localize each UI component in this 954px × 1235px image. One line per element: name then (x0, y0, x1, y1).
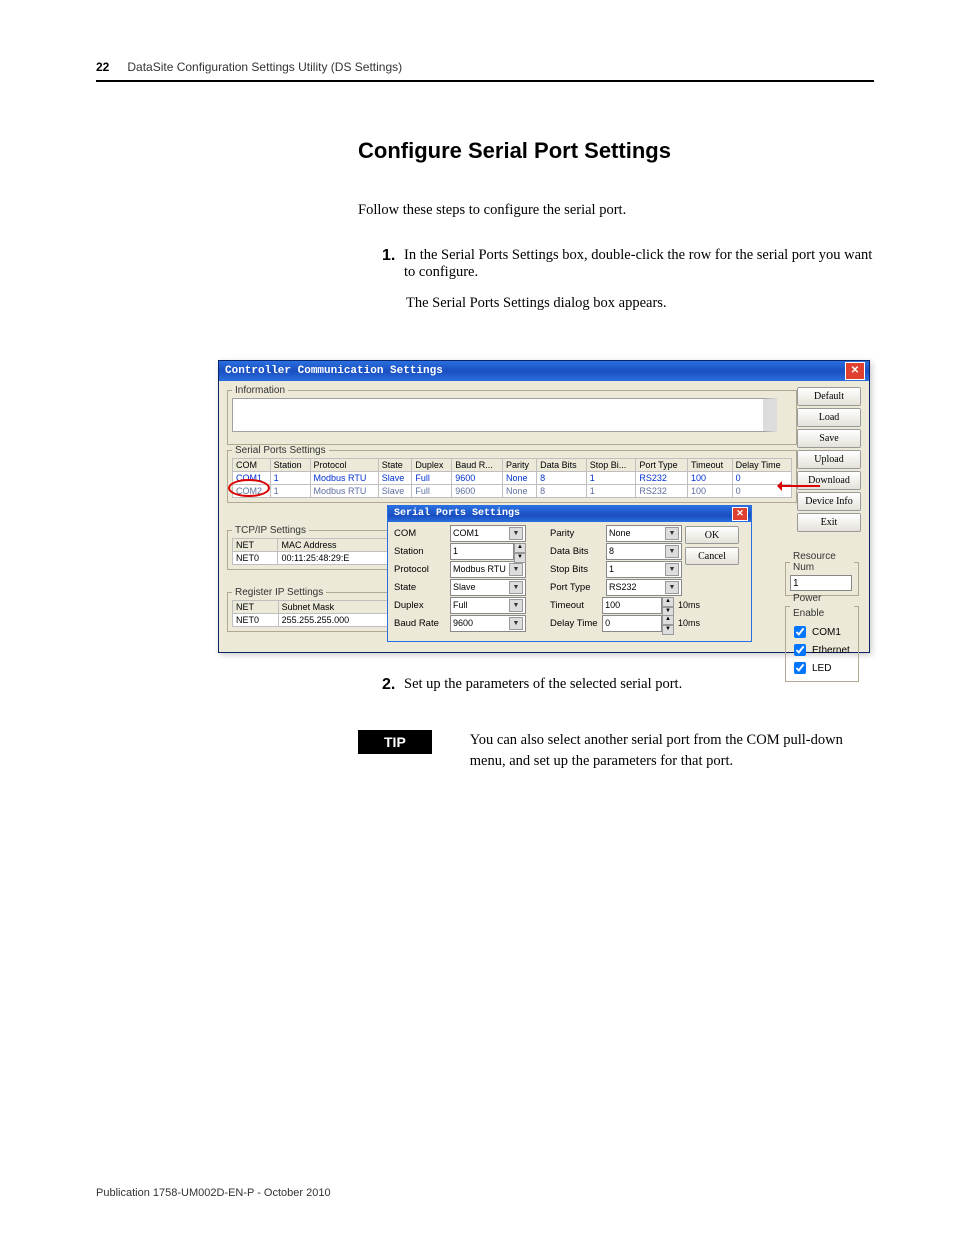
serial-ports-settings-dialog: Serial Ports Settings ✕ COM COM1▼ Statio… (387, 505, 752, 642)
exit-button[interactable]: Exit (797, 513, 861, 532)
stopbits-label: Stop Bits (550, 564, 606, 575)
window-title: Controller Communication Settings (225, 365, 443, 377)
device-info-button[interactable]: Device Info (797, 492, 861, 511)
power-com1-checkbox[interactable] (794, 626, 806, 638)
resource-num-group: Resource Num (785, 551, 859, 596)
com-label: COM (394, 528, 450, 539)
page-number: 22 (96, 60, 109, 74)
inner-dialog-title: Serial Ports Settings (394, 506, 520, 522)
chevron-down-icon[interactable]: ▼ (665, 527, 679, 540)
register-ip-table[interactable]: NETSubnet Mask NET0255.255.255.000 (232, 600, 392, 627)
com-select[interactable]: COM1▼ (450, 525, 526, 542)
power-led-label: LED (812, 661, 831, 676)
intro-paragraph: Follow these steps to configure the seri… (358, 200, 868, 221)
cancel-button[interactable]: Cancel (685, 547, 739, 565)
ok-button[interactable]: OK (685, 526, 739, 544)
porttype-label: Port Type (550, 582, 606, 593)
tip-badge: TIP (358, 730, 432, 754)
step1-after: The Serial Ports Settings dialog box app… (406, 295, 876, 312)
power-led-checkbox[interactable] (794, 662, 806, 674)
step2-number: 2. (382, 676, 404, 694)
databits-label: Data Bits (550, 546, 606, 557)
tcpip-group: TCP/IP Settings NETMAC Address NET000:11… (227, 525, 397, 570)
resource-num-input[interactable] (790, 575, 852, 591)
chevron-down-icon[interactable]: ▼ (509, 563, 523, 576)
duplex-label: Duplex (394, 600, 450, 611)
spin-up-icon[interactable]: ▲ (662, 597, 674, 607)
information-legend: Information (232, 385, 288, 396)
baud-select[interactable]: 9600▼ (450, 615, 526, 632)
default-button[interactable]: Default (797, 387, 861, 406)
state-label: State (394, 582, 450, 593)
serial-ports-group: Serial Ports Settings COMStation Protoco… (227, 445, 797, 503)
parity-label: Parity (550, 528, 606, 539)
header-rule (96, 80, 874, 82)
parity-select[interactable]: None▼ (606, 525, 682, 542)
databits-select[interactable]: 8▼ (606, 543, 682, 560)
spin-down-icon[interactable]: ▼ (662, 625, 674, 635)
power-ethernet-label: Ethernet (812, 643, 850, 658)
section-heading: Configure Serial Port Settings (358, 138, 874, 164)
timeout-label: Timeout (550, 600, 602, 611)
chevron-down-icon[interactable]: ▼ (665, 545, 679, 558)
close-icon[interactable]: ✕ (732, 507, 748, 521)
step2-text: Set up the parameters of the selected se… (404, 676, 882, 694)
serial-ports-legend: Serial Ports Settings (232, 445, 329, 456)
porttype-select[interactable]: RS232▼ (606, 579, 682, 596)
chevron-down-icon[interactable]: ▼ (665, 581, 679, 594)
controller-comm-settings-window: Controller Communication Settings ✕ Info… (218, 360, 870, 653)
power-enable-group: Power Enable COM1 Ethernet LED (785, 591, 859, 682)
chevron-down-icon[interactable]: ▼ (509, 581, 523, 594)
state-select[interactable]: Slave▼ (450, 579, 526, 596)
spin-up-icon[interactable]: ▲ (662, 615, 674, 625)
timeout-unit: 10ms (678, 600, 700, 610)
step1-text: In the Serial Ports Settings box, double… (404, 247, 882, 281)
chevron-down-icon[interactable]: ▼ (665, 563, 679, 576)
duplex-select[interactable]: Full▼ (450, 597, 526, 614)
baud-label: Baud Rate (394, 618, 450, 629)
chevron-down-icon[interactable]: ▼ (509, 617, 523, 630)
spin-up-icon[interactable]: ▲ (514, 543, 526, 553)
save-button[interactable]: Save (797, 429, 861, 448)
annotation-arrow (778, 479, 828, 493)
delay-label: Delay Time (550, 618, 602, 629)
power-com1-label: COM1 (812, 625, 841, 640)
tcpip-legend: TCP/IP Settings (232, 525, 309, 536)
close-icon[interactable]: ✕ (845, 362, 865, 380)
step1-number: 1. (382, 247, 404, 281)
station-spinner[interactable]: 1 ▲▼ (450, 543, 514, 560)
upload-button[interactable]: Upload (797, 450, 861, 469)
tip-text: You can also select another serial port … (470, 730, 870, 772)
chevron-down-icon[interactable]: ▼ (509, 599, 523, 612)
timeout-spinner[interactable]: 100 ▲▼ (602, 597, 662, 614)
chevron-down-icon[interactable]: ▼ (509, 527, 523, 540)
information-group: Information (227, 385, 797, 445)
load-button[interactable]: Load (797, 408, 861, 427)
tcpip-table[interactable]: NETMAC Address NET000:11:25:48:29:E (232, 538, 392, 565)
power-enable-legend: Power Enable (790, 591, 854, 621)
table-row[interactable]: COM21 Modbus RTUSlave Full9600 None8 1RS… (233, 485, 792, 498)
chapter-title: DataSite Configuration Settings Utility … (127, 60, 402, 74)
delay-unit: 10ms (678, 618, 700, 628)
station-label: Station (394, 546, 450, 557)
register-ip-group: Register IP Settings NETSubnet Mask NET0… (227, 587, 397, 632)
resource-num-legend: Resource Num (790, 551, 854, 573)
information-textarea[interactable] (232, 398, 777, 432)
stopbits-select[interactable]: 1▼ (606, 561, 682, 578)
table-row[interactable]: COM11 Modbus RTUSlave Full9600 None8 1RS… (233, 472, 792, 485)
delay-spinner[interactable]: 0 ▲▼ (602, 615, 662, 632)
publication-footer: Publication 1758-UM002D-EN-P - October 2… (96, 1187, 331, 1199)
protocol-select[interactable]: Modbus RTU▼ (450, 561, 526, 578)
spin-down-icon[interactable]: ▼ (514, 553, 526, 563)
power-ethernet-checkbox[interactable] (794, 644, 806, 656)
table-row[interactable]: NET0255.255.255.000 (233, 614, 392, 627)
register-ip-legend: Register IP Settings (232, 587, 326, 598)
table-row[interactable]: NET000:11:25:48:29:E (233, 552, 392, 565)
protocol-label: Protocol (394, 564, 450, 575)
serial-ports-table[interactable]: COMStation ProtocolState DuplexBaud R...… (232, 458, 792, 498)
